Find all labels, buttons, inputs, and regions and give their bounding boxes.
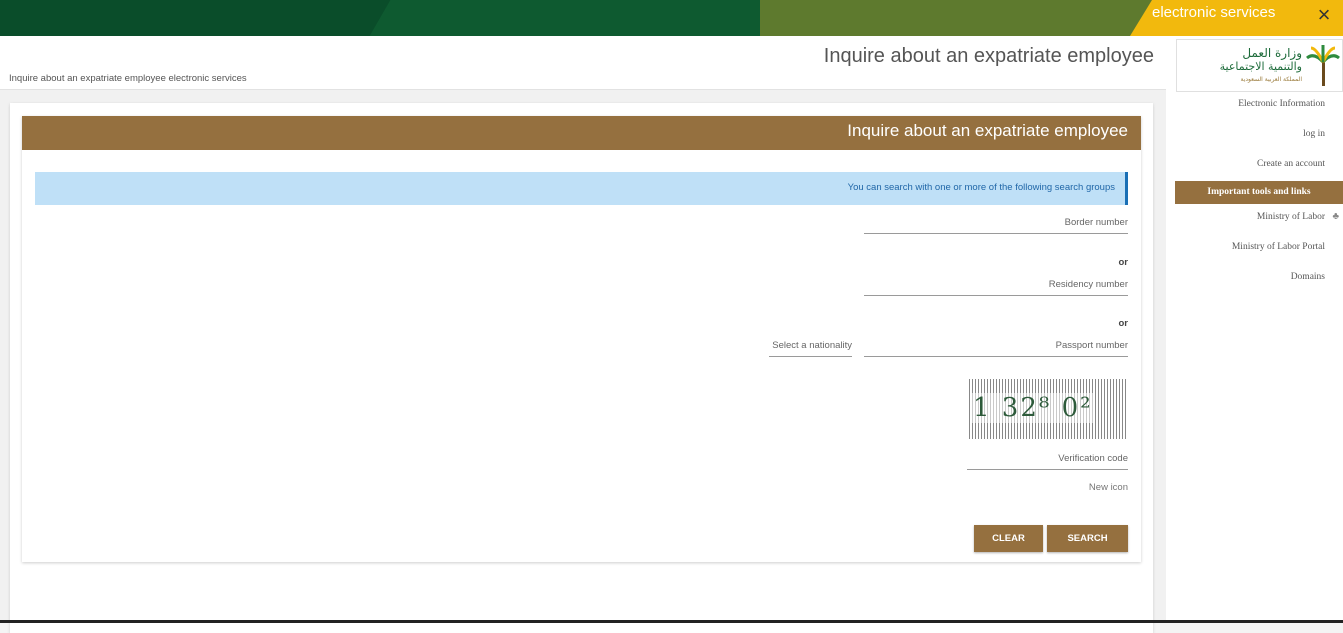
info-text: You can search with one or more of the f… [847,182,1115,193]
border-number-field[interactable]: Border number [864,214,1128,234]
form-title: Inquire about an expatriate employee [847,121,1128,140]
or-separator: or [1118,318,1129,329]
sidebar: وزارة العمل والتنمية الاجتماعية المملكة … [1166,36,1343,623]
passport-number-label: Passport number [1055,340,1128,351]
residency-number-label: Residency number [1048,279,1128,290]
verification-code-label: Verification code [1058,453,1128,464]
residency-number-field[interactable]: Residency number [864,276,1128,296]
top-banner: electronic services × [0,0,1343,36]
verification-code-field[interactable]: Verification code [967,450,1128,470]
breadcrumb: Inquire about an expatriate employee ele… [9,73,247,84]
info-banner: You can search with one or more of the f… [35,172,1128,205]
captcha-text: 1 32⁸ 0² [971,393,1095,423]
captcha-image: 1 32⁸ 0² [967,379,1128,439]
content-card: Inquire about an expatriate employee You… [10,103,1153,633]
sidebar-item-ministry-portal[interactable]: Ministry of Labor Portal [1232,242,1325,252]
inquiry-form-card: Inquire about an expatriate employee You… [22,116,1141,562]
ministry-logo[interactable]: وزارة العمل والتنمية الاجتماعية المملكة … [1176,39,1343,92]
close-icon[interactable]: × [1314,4,1334,26]
sidebar-item-electronic-information[interactable]: Electronic Information [1238,99,1325,109]
logo-line-3: المملكة العربية السعودية [1240,76,1302,83]
banner-stripe [369,0,811,36]
nationality-select-label: Select a nationality [772,340,852,351]
sidebar-item-ministry-of-labor[interactable]: Ministry of Labor [1257,212,1325,222]
banner-stripe [760,0,1160,36]
form-header: Inquire about an expatriate employee [22,116,1141,150]
sidebar-item-create-account[interactable]: Create an account [1257,159,1325,169]
sidebar-item-domains[interactable]: Domains [1291,272,1325,282]
new-captcha-link[interactable]: New icon [1089,482,1128,493]
sidebar-item-login[interactable]: log in [1303,129,1325,139]
border-number-label: Border number [1064,217,1128,228]
clear-button[interactable]: CLEAR [974,525,1043,552]
nationality-select[interactable]: Select a nationality [769,337,852,357]
main-area: Inquire about an expatriate employee Inq… [0,36,1166,633]
page-title: Inquire about an expatriate employee [823,45,1154,67]
palm-icon [1306,45,1340,86]
passport-number-field[interactable]: Passport number [864,337,1128,357]
logo-line-2: والتنمية الاجتماعية [1219,60,1302,73]
or-separator: or [1118,257,1129,268]
page-header: Inquire about an expatriate employee Inq… [0,36,1166,90]
sidebar-item-tools-and-links[interactable]: Important tools and links [1175,181,1343,204]
palm-icon: ♣ [1332,211,1339,222]
logo-line-1: وزارة العمل [1242,46,1302,60]
search-button[interactable]: SEARCH [1047,525,1128,552]
electronic-services-label[interactable]: electronic services [1152,4,1275,21]
